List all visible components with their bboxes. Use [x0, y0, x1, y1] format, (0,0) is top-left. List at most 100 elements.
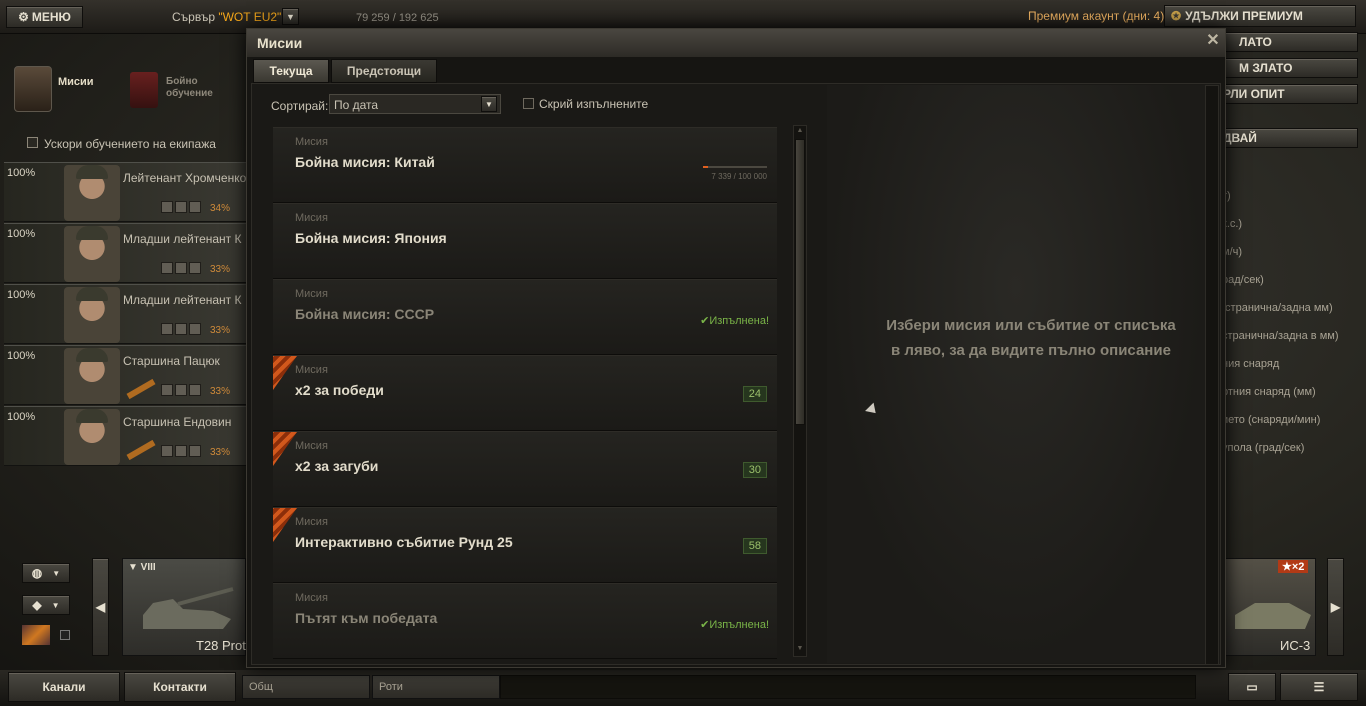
crew-readiness: 100% [7, 167, 36, 179]
crew-member[interactable]: 100% Старшина Пацюк 33% [4, 345, 248, 405]
crew-readiness: 100% [7, 411, 36, 423]
rank-stripe [126, 439, 156, 461]
tab-upcoming[interactable]: Предстоящи [331, 59, 437, 83]
training-label[interactable]: Бойно обучение [166, 76, 226, 100]
training-icon[interactable] [130, 72, 158, 108]
channels-button[interactable]: Канали [8, 672, 120, 702]
close-icon[interactable]: ✕ [1204, 32, 1222, 50]
chat-input[interactable] [500, 675, 1196, 699]
buy-gold-label: ЛАТО [1239, 35, 1272, 49]
crew-portrait [64, 226, 120, 282]
chat-tab-companies[interactable]: Роти [372, 675, 500, 699]
crew-skill-percent: 33% [210, 447, 231, 458]
menu-button[interactable]: ⚙ МЕНЮ [6, 6, 83, 28]
scroll-down-icon[interactable]: ▼ [795, 645, 805, 655]
window-title: Мисии [257, 35, 303, 51]
crew-member[interactable]: 100% Старшина Ендовин 33% [4, 406, 248, 466]
window-header [247, 29, 1225, 57]
mission-item[interactable]: Мисия Интерактивно събитие Рунд 25 58 [273, 507, 777, 583]
server-prefix: Сървър [172, 10, 215, 24]
mission-days-badge: 24 [742, 386, 767, 402]
convert-xp-button[interactable]: РЛИ ОПИТ [1212, 84, 1358, 104]
accelerate-crew-checkbox[interactable] [27, 137, 38, 148]
mission-name: х2 за победи [295, 382, 384, 398]
game-hangar: ⚙ МЕНЮ Сървър "WOT EU2" ▼ 79 259 / 192 6… [0, 0, 1366, 706]
nation-filter-dropdown[interactable]: ◍ ▼ [22, 563, 70, 583]
stat-line: ртния снаряд (мм) [1222, 386, 1316, 398]
online-counter: 79 259 / 192 625 [356, 12, 439, 24]
skill-icon [161, 384, 173, 396]
skill-icon [189, 201, 201, 213]
missions-icon[interactable] [14, 66, 52, 112]
scroll-up-icon[interactable]: ▲ [795, 127, 805, 137]
premium-icon: ✪ [1171, 9, 1182, 23]
crew-skill-percent: 33% [210, 264, 231, 275]
crew-name: Старшина Ендовин [123, 415, 232, 429]
globe-icon: ◍ [31, 566, 43, 580]
scrollbar-thumb[interactable] [795, 139, 805, 425]
accelerate-crew-label: Ускори обучението на екипажа [44, 137, 216, 151]
type-filter-dropdown[interactable]: ◆ ▼ [22, 595, 70, 615]
mission-name: Бойна мисия: Япония [295, 230, 447, 246]
crew-member[interactable]: 100% Лейтенант Хромченко 34% [4, 162, 248, 222]
stat-line: упола (град/сек) [1222, 442, 1305, 454]
crew-skill-percent: 33% [210, 325, 231, 336]
mission-item[interactable]: Мисия х2 за победи 24 [273, 355, 777, 431]
mission-name: Бойна мисия: Китай [295, 154, 435, 170]
crew-name: Младши лейтенант К [123, 293, 242, 307]
carousel-prev-button[interactable]: ◀ [92, 558, 109, 656]
mission-progress-bar [703, 166, 767, 168]
mission-item[interactable]: Мисия Бойна мисия: Япония [273, 203, 777, 279]
event-ribbon-icon [273, 508, 297, 542]
exchange-gold-button[interactable]: М ЗЛАТО [1212, 58, 1358, 78]
extend-premium-button[interactable]: ✪ УДЪЛЖИ ПРЕМИУМ [1164, 5, 1356, 27]
menu-icon: ⚙ [18, 10, 29, 24]
event-ribbon-icon [273, 356, 297, 390]
missions-label[interactable]: Мисии [58, 76, 94, 88]
mission-item[interactable]: Мисия Бойна мисия: Китай 7 339 / 100 000 [273, 127, 777, 203]
chevron-down-icon[interactable]: ▼ [481, 96, 497, 112]
crew-readiness: 100% [7, 289, 36, 301]
event-ribbon-icon [273, 432, 297, 466]
tab-current[interactable]: Текуща [253, 59, 329, 83]
mission-name: Пътят към победата [295, 610, 438, 626]
mission-item[interactable]: Мисия Пътят към победата ✔Изпълнена! [273, 583, 777, 659]
menu-label: МЕНЮ [31, 10, 71, 24]
mission-kind: Мисия [295, 136, 328, 148]
tank-tier: ▼ VIII [128, 562, 156, 573]
mission-item[interactable]: Мисия х2 за загуби 30 [273, 431, 777, 507]
tank-name: T28 Prot [196, 638, 246, 653]
skill-icon [175, 323, 187, 335]
speech-bubble-icon: ▭ [1246, 680, 1258, 694]
contacts-button[interactable]: Контакти [124, 672, 236, 702]
mission-kind: Мисия [295, 440, 328, 452]
filter-checkbox[interactable] [60, 630, 70, 640]
premium-filter-button[interactable] [22, 625, 50, 645]
mission-completed-status: ✔Изпълнена! [700, 619, 769, 631]
notifications-button[interactable]: ☰ [1280, 673, 1358, 701]
sort-dropdown[interactable]: По дата [329, 94, 501, 114]
crew-member[interactable]: 100% Младши лейтенант К 33% [4, 223, 248, 283]
tank-type-icon: ◆ [32, 598, 42, 612]
sell-button[interactable]: ДВАЙ [1212, 128, 1358, 148]
carousel-next-button[interactable]: ▶ [1327, 558, 1344, 656]
chat-button[interactable]: ▭ [1228, 673, 1276, 701]
mission-item[interactable]: Мисия Бойна мисия: СССР ✔Изпълнена! [273, 279, 777, 355]
stat-line: /странична/задна мм) [1222, 302, 1333, 314]
crew-skills [161, 323, 201, 335]
mission-days-badge: 30 [742, 462, 767, 478]
skill-icon [189, 445, 201, 457]
crew-member[interactable]: 100% Младши лейтенант К 33% [4, 284, 248, 344]
skill-icon [161, 445, 173, 457]
extend-premium-label: УДЪЛЖИ ПРЕМИУМ [1185, 9, 1303, 23]
detail-scrollbar[interactable] [1205, 85, 1219, 665]
crew-skills [161, 201, 201, 213]
exchange-gold-label: М ЗЛАТО [1239, 61, 1293, 75]
chat-tab-general[interactable]: Общ [242, 675, 370, 699]
mission-name: Интерактивно събитие Рунд 25 [295, 534, 513, 550]
buy-gold-button[interactable]: ЛАТО [1212, 32, 1358, 52]
server-name: "WOT EU2" [218, 10, 282, 24]
hide-completed-checkbox[interactable] [523, 98, 534, 109]
server-dropdown[interactable]: ▼ [282, 8, 299, 25]
crew-portrait [64, 348, 120, 404]
